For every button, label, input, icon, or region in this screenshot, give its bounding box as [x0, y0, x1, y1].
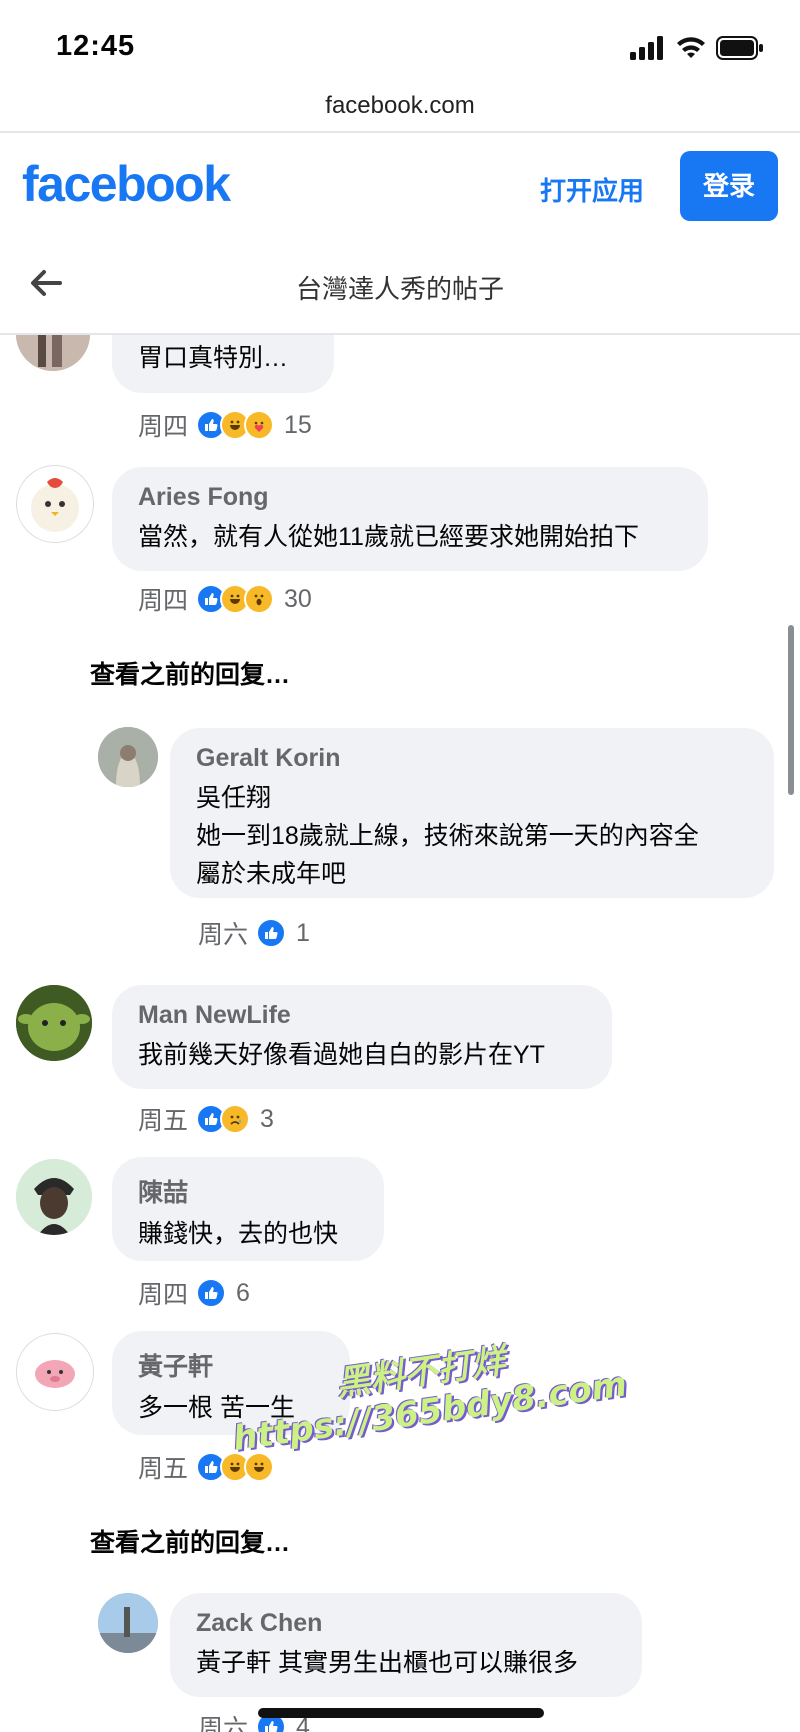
comment-author[interactable]: 陳喆 [138, 1173, 358, 1209]
wow-reaction-icon [244, 584, 275, 614]
open-app-link[interactable]: 打开应用 [540, 171, 644, 208]
reaction-count: 6 [236, 1278, 250, 1307]
login-button[interactable]: 登录 [680, 151, 778, 221]
reaction-count: 15 [284, 410, 312, 439]
view-previous-replies[interactable]: 查看之前的回复… [90, 655, 290, 691]
care-reaction-icon [244, 410, 275, 440]
signal-icon [630, 36, 663, 60]
comment-day[interactable]: 周四 [138, 1275, 188, 1311]
facebook-logo[interactable]: facebook [22, 155, 231, 213]
comment-bubble: Aries Fong 當然，就有人從她11歲就已經要求她開始拍下 [112, 467, 708, 571]
comment-bubble: Man NewLife 我前幾天好像看過她自白的影片在YT [112, 985, 612, 1089]
facebook-header: facebook 打开应用 登录 [0, 133, 800, 239]
comment-day[interactable]: 周六 [198, 915, 248, 951]
like-reaction-icon [256, 918, 287, 948]
comment-text: 我前幾天好像看過她自白的影片在YT [138, 1041, 545, 1069]
url-bar[interactable]: facebook.com [0, 86, 800, 132]
comment-bubble: Geralt Korin 吳任翔 她一到18歲就上線，技術來說第一天的內容全 屬… [170, 728, 774, 898]
comment-meta: 周四 30 [138, 581, 312, 617]
comment-meta: 周四 6 [138, 1275, 250, 1311]
wifi-icon [677, 37, 705, 58]
avatar[interactable] [16, 335, 90, 371]
scrollbar[interactable] [788, 625, 794, 795]
comment-author[interactable]: Man NewLife [138, 1001, 586, 1030]
comment-day[interactable]: 周六 [198, 1709, 248, 1732]
comment-text-line: 她一到18歲就上線，技術來說第一天的內容全 [196, 822, 699, 850]
reaction-count: 30 [284, 584, 312, 613]
reaction-group[interactable] [256, 918, 287, 948]
comment-bubble: Zack Chen 黃子軒 其實男生出櫃也可以賺很多 [170, 1593, 642, 1697]
avatar[interactable] [16, 1159, 92, 1235]
post-nav-bar: 台灣達人秀的帖子 [0, 239, 800, 335]
reaction-group[interactable] [196, 410, 275, 440]
avatar[interactable] [16, 1333, 94, 1411]
avatar[interactable] [16, 465, 94, 543]
comment-bubble: 陳喆 賺錢快，去的也快 [112, 1157, 384, 1261]
comment-meta: 周四 15 [138, 407, 312, 443]
page-title: 台灣達人秀的帖子 [295, 274, 504, 304]
comment-bubble: 胃口真特別… [112, 335, 334, 393]
like-reaction-icon [196, 1278, 227, 1308]
comment-text-line: 屬於未成年吧 [196, 860, 347, 888]
comment-day[interactable]: 周五 [138, 1449, 188, 1485]
comment-text: 胃口真特別… [138, 344, 289, 372]
avatar[interactable] [98, 727, 158, 787]
status-bar: 12:45 [0, 0, 800, 96]
comment-text: 黃子軒 其實男生出櫃也可以賺很多 [196, 1649, 578, 1677]
comment-meta: 周六 1 [198, 915, 310, 951]
avatar[interactable] [16, 985, 92, 1061]
reaction-count: 3 [260, 1104, 274, 1133]
status-time: 12:45 [56, 30, 136, 62]
reaction-group[interactable] [196, 584, 275, 614]
comment-meta: 周五 3 [138, 1101, 274, 1137]
comment-text: 賺錢快，去的也快 [138, 1220, 339, 1248]
comment-day[interactable]: 周五 [138, 1101, 188, 1137]
comment-author[interactable]: Zack Chen [196, 1609, 616, 1638]
comment-author[interactable]: Aries Fong [138, 483, 682, 512]
sad-reaction-icon [220, 1104, 251, 1134]
comment-text: 當然，就有人從她11歲就已經要求她開始拍下 [138, 523, 639, 551]
view-previous-replies[interactable]: 查看之前的回复… [90, 1523, 290, 1559]
comment-text-line[interactable]: 吳任翔 [196, 779, 748, 817]
reaction-count: 1 [296, 918, 310, 947]
comment-author[interactable]: Geralt Korin [196, 744, 748, 773]
comment-feed[interactable]: 胃口真特別… 周四 15 Aries Fong 當然，就有人從她11歲就已經要求… [0, 335, 800, 1732]
reaction-group[interactable] [196, 1104, 251, 1134]
battery-icon [716, 36, 763, 60]
reaction-group[interactable] [196, 1278, 227, 1308]
comment-day[interactable]: 周四 [138, 407, 188, 443]
home-indicator[interactable] [258, 1708, 544, 1718]
comment-day[interactable]: 周四 [138, 581, 188, 617]
avatar[interactable] [98, 1593, 158, 1653]
